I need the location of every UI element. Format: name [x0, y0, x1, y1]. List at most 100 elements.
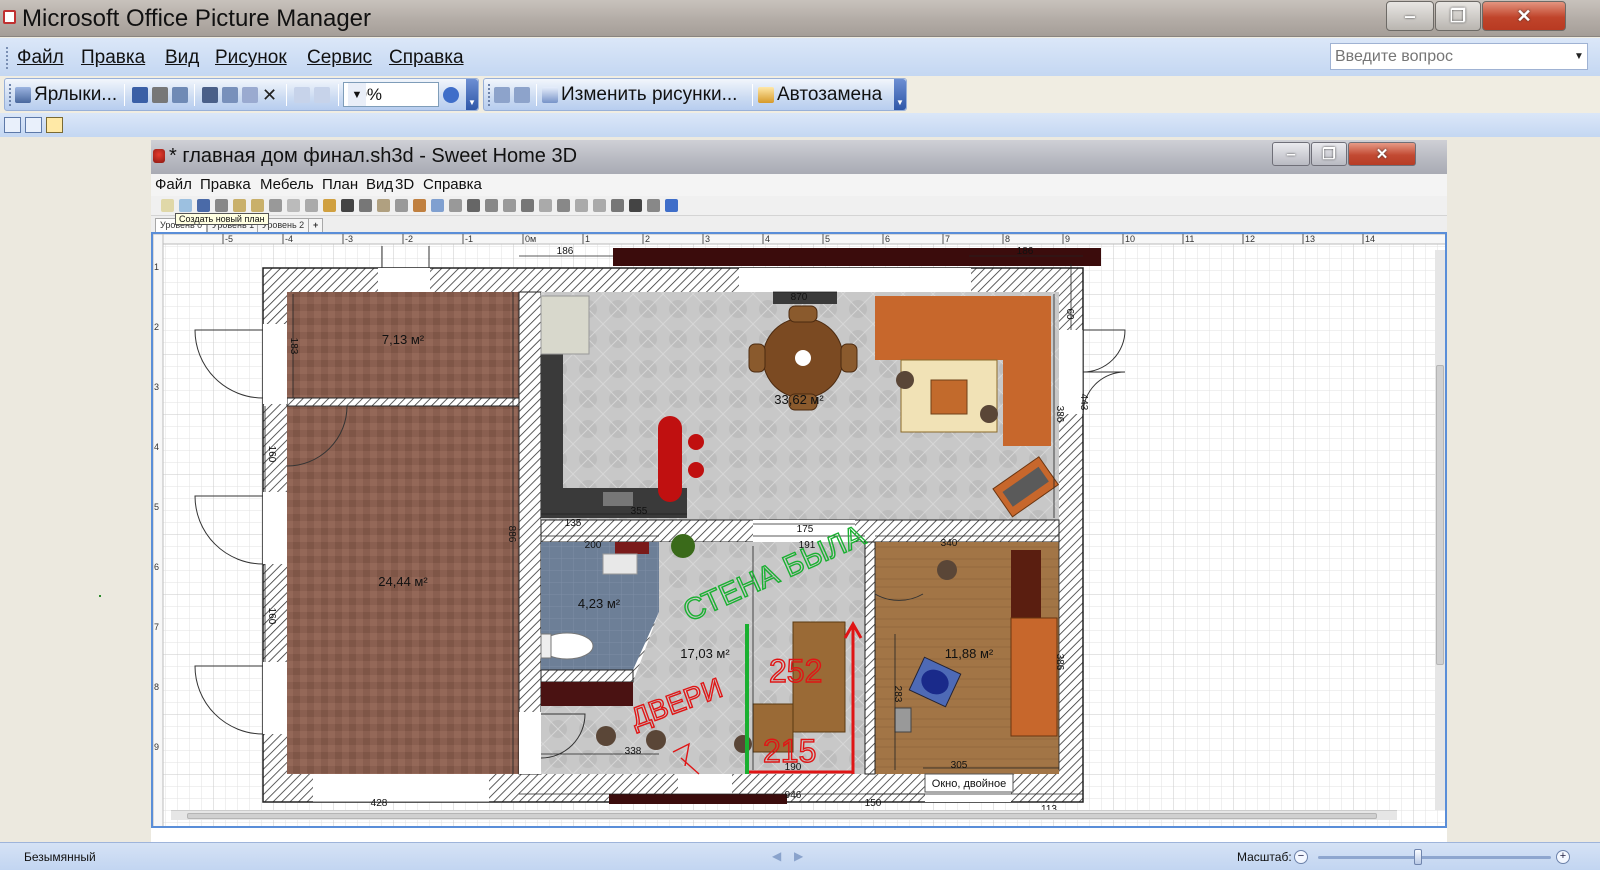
dimension-label: 186	[557, 246, 574, 257]
email-icon[interactable]	[172, 87, 188, 103]
zoom-slider-track[interactable]	[1318, 856, 1551, 859]
sh3d-tool-icon	[161, 199, 174, 212]
sh3d-tool-icon	[341, 199, 354, 212]
ask-question-input[interactable]	[1331, 44, 1571, 69]
sh3d-tool-icon	[413, 199, 426, 212]
ruler-tick-label: -2	[405, 234, 413, 244]
menu-picture[interactable]: Рисунок	[215, 47, 287, 69]
next-picture-icon[interactable]: ▶	[794, 849, 803, 863]
dimension-label: 135	[565, 518, 582, 529]
shortcuts-button[interactable]: Ярлыки...	[15, 83, 117, 107]
ruler-tick-label: -5	[225, 234, 233, 244]
sh3d-level-tabs: Уровень 0 Уровень 1 Уровень 2 +	[151, 216, 1447, 232]
ruler-tick-label: -3	[345, 234, 353, 244]
single-picture-view-icon[interactable]	[46, 117, 63, 133]
ruler-tick-label: 3	[705, 234, 710, 244]
close-button[interactable]: ✕	[1482, 1, 1566, 31]
copy-icon[interactable]	[222, 87, 238, 103]
menu-help[interactable]: Справка	[389, 47, 464, 69]
paste-icon[interactable]	[242, 87, 258, 103]
rotate-right-icon[interactable]	[514, 87, 530, 103]
thumbnail-view-icon[interactable]	[4, 117, 21, 133]
picture-manager-window: Microsoft Office Picture Manager ‒ ❐ ✕ Ф…	[0, 0, 1600, 870]
sh3d-tool-icon	[665, 199, 678, 212]
menu-grip[interactable]	[6, 47, 9, 69]
ask-question-box[interactable]: ▼	[1330, 43, 1588, 70]
dimension-label: 150	[865, 798, 882, 809]
floor-plan: -5 -4 -3 -2 -1 0м 1 2 3 4 5 6 7 8 9 10 11 12 13 14 12345678…	[151, 232, 1447, 828]
ruler-tick-label: 3	[154, 382, 159, 392]
ruler-tick-label: 4	[154, 442, 159, 452]
autocorrect-button[interactable]: Автозамена	[758, 83, 882, 107]
save-icon[interactable]	[132, 87, 148, 103]
sweet-home-icon	[153, 149, 165, 163]
zoom-in-icon[interactable]: +	[1556, 850, 1570, 864]
toolbar-grip[interactable]	[488, 84, 491, 106]
ruler-tick-label: 10	[1125, 234, 1135, 244]
previous-picture-icon[interactable]: ◀	[772, 849, 781, 863]
sh3d-horizontal-scrollbar	[171, 810, 1397, 820]
ruler-tick-label: 5	[154, 502, 159, 512]
minimize-button[interactable]: ‒	[1386, 1, 1434, 31]
ruler-tick-label: 8	[154, 682, 159, 692]
rotate-left-icon[interactable]	[494, 87, 510, 103]
help-icon[interactable]	[443, 87, 459, 103]
ruler-tick-label: 7	[154, 622, 159, 632]
zoom-select[interactable]: 80% ▼	[343, 82, 439, 107]
zoom-label: Масштаб:	[1237, 850, 1292, 864]
filmstrip-view-icon[interactable]	[25, 117, 42, 133]
room-area-label: 17,03 м²	[680, 646, 730, 661]
ruler-tick-label: 0м	[525, 234, 536, 244]
room-area-label: 33,62 м²	[774, 392, 824, 407]
sh3d-tool-icon	[395, 199, 408, 212]
chevron-down-icon[interactable]: ▼	[1571, 44, 1587, 69]
stray-pixel	[99, 595, 101, 597]
room-area-label: 4,23 м²	[578, 596, 621, 611]
print-icon[interactable]	[152, 87, 168, 103]
zoom-out-icon[interactable]: −	[1294, 850, 1308, 864]
maximize-button[interactable]: ❐	[1435, 1, 1481, 31]
cut-icon[interactable]	[202, 87, 218, 103]
redo-icon[interactable]	[314, 87, 330, 103]
sh3d-add-level-tab: +	[308, 218, 324, 232]
room-area-label: 24,44 м²	[378, 574, 428, 589]
sh3d-menu-item: Вид	[366, 176, 394, 193]
menu-view[interactable]: Вид	[165, 47, 199, 69]
ruler-tick-label: 9	[154, 742, 159, 752]
toolbar-separator	[752, 84, 753, 106]
menu-file[interactable]: Файл	[17, 47, 64, 69]
sh3d-tool-icon	[647, 199, 660, 212]
dimension-label: 946	[785, 790, 802, 801]
dimension-label: 305	[951, 760, 968, 771]
toolbar-options-chevron[interactable]: ▼	[894, 79, 906, 110]
ruler-tick-label: 11	[1185, 234, 1194, 244]
dimension-label: 428	[371, 798, 388, 809]
dimension-label: 183	[288, 338, 299, 355]
ruler-tick-label: 9	[1065, 234, 1070, 244]
dimension-label: 870	[791, 292, 808, 303]
sh3d-tool-icon	[557, 199, 570, 212]
window-title: Microsoft Office Picture Manager	[22, 5, 372, 32]
chevron-down-icon[interactable]: ▼	[348, 83, 366, 106]
dimension-label: 386	[1054, 654, 1065, 671]
menu-tools[interactable]: Сервис	[307, 47, 372, 69]
edit-pictures-button[interactable]: Изменить рисунки...	[542, 83, 737, 107]
zoom-slider-thumb[interactable]	[1414, 849, 1422, 865]
ruler-tick-label: 1	[585, 234, 590, 244]
sh3d-tool-icon	[233, 199, 246, 212]
toolbar-options-chevron[interactable]: ▼	[466, 79, 478, 110]
menu-bar: Файл Правка Вид Рисунок Сервис Справка ▼	[0, 38, 1600, 76]
picture-manager-icon	[3, 10, 16, 24]
ruler-tick-label: 13	[1305, 234, 1315, 244]
ruler-tick-label: 5	[825, 234, 830, 244]
delete-icon[interactable]: ✕	[262, 86, 278, 104]
toolbar-grip[interactable]	[9, 84, 12, 106]
sh3d-tool-icon	[611, 199, 624, 212]
sh3d-tooltip: Создать новый план	[175, 213, 269, 225]
dimension-label: 160	[266, 446, 277, 463]
ruler-tick-label: 6	[154, 562, 159, 572]
undo-icon[interactable]	[294, 87, 310, 103]
sh3d-tool-icon	[359, 199, 372, 212]
menu-edit[interactable]: Правка	[81, 47, 145, 69]
sh3d-tool-icon	[377, 199, 390, 212]
